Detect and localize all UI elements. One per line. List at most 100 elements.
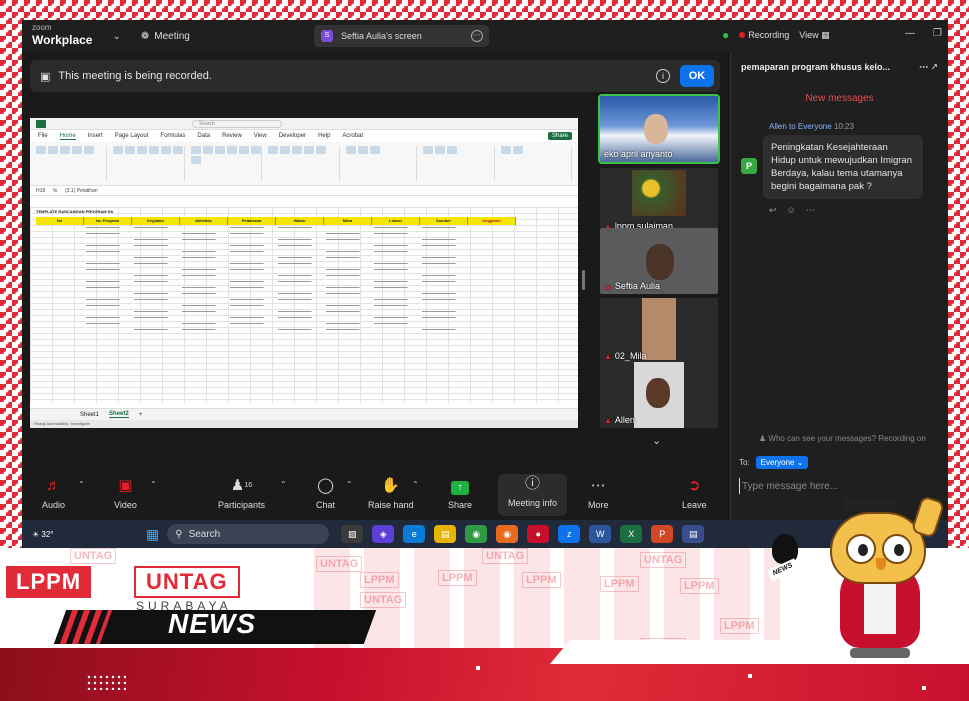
- recording-indicator[interactable]: Recording: [739, 30, 789, 40]
- excel-menu-item: Insert: [87, 133, 103, 139]
- watermark-lppm: LPPM: [600, 576, 639, 592]
- reply-icon[interactable]: ↩: [769, 205, 777, 216]
- table-cell: [180, 375, 228, 381]
- mic-muted-icon: ▲: [604, 351, 612, 361]
- meeting-menu[interactable]: ❁ Meeting: [141, 31, 190, 42]
- recipient-row: To: Everyone ⌄: [739, 456, 809, 469]
- chevron-up-icon[interactable]: ⌃: [346, 480, 353, 489]
- cell-reference: H18: [36, 187, 46, 194]
- chat-message-input[interactable]: [739, 478, 939, 494]
- chevron-up-icon[interactable]: ⌃: [150, 480, 157, 489]
- excel-ribbon: [30, 142, 578, 186]
- participant-video: [642, 298, 676, 360]
- chevron-down-icon[interactable]: ⌄: [652, 434, 661, 447]
- share-button[interactable]: ↑ Share: [448, 476, 472, 510]
- participants-button[interactable]: ♟16 Participants ⌃: [218, 476, 287, 510]
- word-icon[interactable]: W: [589, 525, 612, 543]
- ribbon-group: [113, 146, 185, 181]
- sparkle-dot: [476, 666, 480, 670]
- minimize-icon[interactable]: —: [905, 28, 915, 39]
- task-view-icon[interactable]: ▧: [341, 525, 364, 543]
- participant-tile[interactable]: ▲ Seftia Aulia: [600, 228, 718, 294]
- edge-icon[interactable]: e: [403, 525, 426, 543]
- chevron-down-icon[interactable]: ⌄: [112, 31, 120, 42]
- ribbon-group: [36, 146, 108, 181]
- camera-record-icon: ▣: [40, 70, 51, 83]
- owl-head: [830, 512, 926, 584]
- emoji-icon[interactable]: ☺: [787, 205, 796, 216]
- participant-tile[interactable]: ▲ 02_Mila: [600, 298, 718, 364]
- video-button[interactable]: ▣ Video ⌃: [114, 476, 157, 510]
- more-button[interactable]: ⋯ More: [588, 476, 609, 510]
- workplace-label: Workplace: [32, 33, 93, 47]
- people-icon: ♟16: [230, 477, 253, 494]
- hand-icon: ✋: [381, 477, 401, 494]
- more-options-icon[interactable]: ⋯: [471, 30, 483, 42]
- mic-muted-icon: ▲: [604, 415, 612, 425]
- file-explorer-icon[interactable]: ▤: [434, 525, 457, 543]
- shield-check-icon[interactable]: ●: [722, 28, 729, 42]
- owl-feet: [850, 648, 910, 658]
- search-icon: ⚲: [175, 528, 183, 540]
- more-options-icon: ⋯: [590, 477, 606, 494]
- column-header: Isu Program: [84, 217, 132, 225]
- chat-button[interactable]: ◯ Chat ⌃: [316, 476, 353, 510]
- recipient-select[interactable]: Everyone ⌄: [755, 456, 809, 469]
- restore-icon[interactable]: ❐: [933, 28, 942, 39]
- column-header: Pelaksana: [228, 217, 276, 225]
- more-options-icon[interactable]: ⋯: [806, 205, 815, 216]
- participant-tile[interactable]: eko april ariyanto: [598, 94, 720, 164]
- powerpoint-icon[interactable]: P: [651, 525, 674, 543]
- participant-name: Seftia Aulia: [614, 281, 660, 291]
- taskbar-search[interactable]: ⚲ Search: [167, 524, 330, 544]
- raise-hand-label: Raise hand: [368, 500, 414, 510]
- excel-icon[interactable]: X: [620, 525, 643, 543]
- chrome-icon[interactable]: ◉: [465, 525, 488, 543]
- weather-widget[interactable]: ☀ 32°: [32, 530, 58, 539]
- chevron-up-icon[interactable]: ⌃: [280, 480, 287, 489]
- watermark-untag: UNTAG: [70, 548, 117, 564]
- more-options-icon[interactable]: ⋯ ↗: [919, 62, 938, 73]
- chat-label: Chat: [316, 500, 336, 510]
- leave-button[interactable]: ➲ Leave: [682, 476, 707, 510]
- app-icon[interactable]: ▤: [682, 525, 705, 543]
- recording-banner-text: This meeting is being recorded.: [58, 70, 212, 82]
- add-sheet-icon: +: [138, 411, 143, 418]
- raise-hand-button[interactable]: ✋ Raise hand ⌃: [368, 476, 419, 510]
- message-actions: ↩ ☺ ⋯: [769, 205, 948, 216]
- who-can-see-notice[interactable]: ♟ Who can see your messages? Recording o…: [731, 434, 948, 443]
- view-button[interactable]: View ▦: [799, 30, 829, 41]
- paw-icon: ❁: [140, 30, 150, 42]
- screen-share-pill[interactable]: S Seftia Aulia's screen ⋯: [314, 25, 489, 47]
- taskbar-apps: ▧ ◈ e ▤ ◉ ◉ ● z W X P ▤: [341, 525, 705, 543]
- windows-start-icon[interactable]: ▦: [146, 526, 159, 543]
- owl-beak: [876, 558, 886, 570]
- table-cell: [84, 375, 132, 381]
- zoom-app-icon[interactable]: z: [558, 525, 581, 543]
- app-icon[interactable]: ●: [527, 525, 550, 543]
- meeting-toolbar: ♬ Audio ⌃ ▣ Video ⌃ ♟16 Participants ⌃ ◯…: [22, 472, 730, 520]
- chevron-up-icon[interactable]: ⌃: [412, 480, 419, 489]
- graduation-cap-icon: [842, 498, 898, 512]
- excel-share-button: Share: [547, 132, 572, 140]
- excel-menu-item: View: [253, 133, 267, 139]
- info-icon[interactable]: i: [656, 69, 670, 83]
- participant-tile[interactable]: ▲ lppm sulaiman: [600, 168, 718, 234]
- firefox-icon[interactable]: ◉: [496, 525, 519, 543]
- ok-button[interactable]: OK: [680, 65, 714, 87]
- participant-tile[interactable]: ▲ Allen: [600, 362, 718, 428]
- owl-mascot: NEWS: [766, 494, 950, 674]
- excel-menu-item: Data: [197, 133, 211, 139]
- watermark-lppm: LPPM: [720, 618, 759, 634]
- chevron-up-icon[interactable]: ⌃: [78, 480, 85, 489]
- ribbon-group: [190, 146, 263, 181]
- message-meta: Allen to Everyone 10:23: [769, 122, 948, 131]
- table-cell: [228, 375, 276, 381]
- audio-button[interactable]: ♬ Audio ⌃: [42, 476, 85, 510]
- excel-menu-item: Acrobat: [342, 133, 364, 139]
- copilot-icon[interactable]: ◈: [372, 525, 395, 543]
- mic-muted-icon: ♬: [46, 477, 62, 494]
- split-resize-handle[interactable]: [582, 270, 585, 290]
- meeting-info-button[interactable]: ⓘ Meeting info: [498, 474, 568, 516]
- video-off-icon: ▣: [118, 477, 133, 494]
